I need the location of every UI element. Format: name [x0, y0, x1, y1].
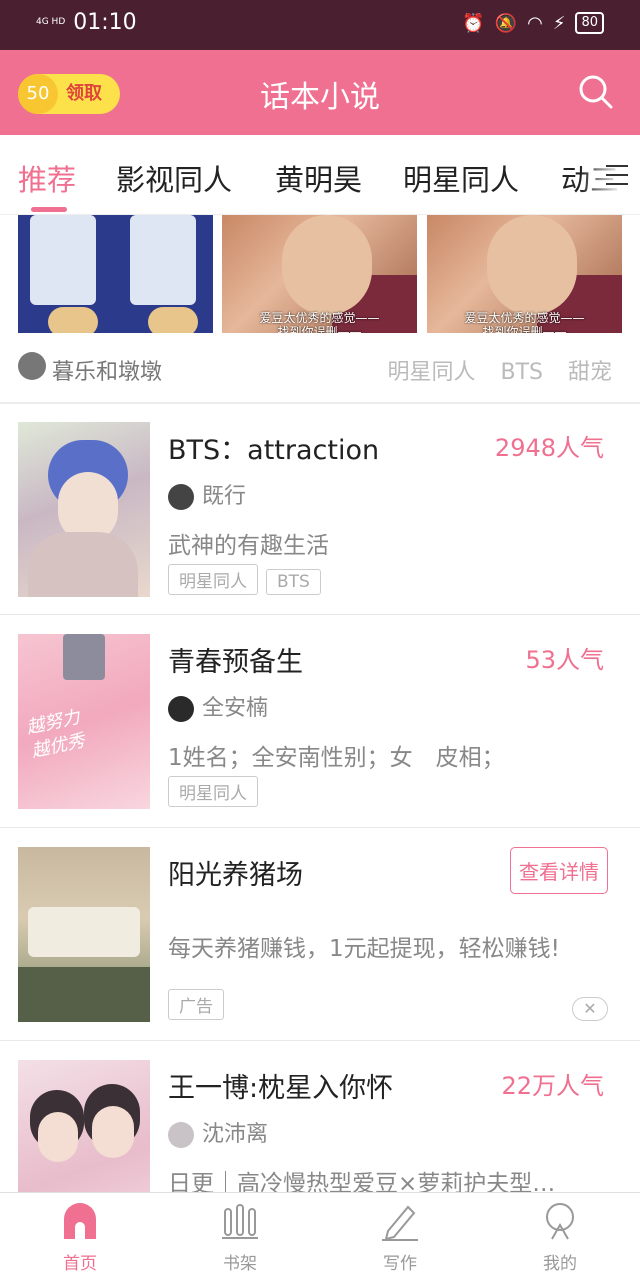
wifi-icon: ◠	[527, 12, 543, 34]
nav-profile-label: 我的	[543, 1254, 577, 1274]
ad-image	[18, 847, 150, 1022]
book-title: 青春预备生	[168, 647, 303, 678]
tag: BTS	[266, 569, 321, 595]
category-tabs: 推荐 影视同人 黄明昊 明星同人 动三	[0, 135, 640, 215]
nav-bookshelf-label: 书架	[223, 1254, 257, 1274]
avatar	[168, 696, 194, 722]
home-icon	[64, 1203, 96, 1239]
status-time: 01:10	[73, 10, 137, 35]
status-bar: 4G HD 01:10 ⏰ 🔕 ◠ ⚡ 80	[0, 0, 640, 50]
banner-caption: 爱豆太优秀的感觉—— 找到你误删——	[464, 311, 585, 333]
ad-badge: 广告	[168, 989, 224, 1020]
bookshelf-icon	[222, 1204, 258, 1239]
nav-home-label: 首页	[63, 1254, 97, 1274]
close-ad-icon[interactable]: ✕	[572, 997, 608, 1021]
banner-tags: 明星同人 BTS 甜宠	[369, 354, 612, 386]
book-description: 武神的有趣生活	[168, 533, 329, 559]
book-author: 既行	[168, 478, 246, 510]
network-indicator: 4G HD	[36, 17, 66, 27]
mute-icon: 🔕	[494, 12, 518, 34]
banner-author-row[interactable]: 暮乐和墩墩 明星同人 BTS 甜宠	[18, 352, 622, 386]
app-header: 50 领取 话本小说	[0, 50, 640, 135]
book-title: 王一博:枕星入你怀	[168, 1073, 394, 1104]
ad-card[interactable]: 阳光养猪场 查看详情 每天养猪赚钱，1元起提现，轻松赚钱! 广告 ✕	[0, 827, 640, 1039]
tab-star-fanfic[interactable]: 明星同人	[403, 157, 519, 199]
book-card[interactable]: BTS：attraction 2948人气 既行 武神的有趣生活 明星同人 BTS	[0, 402, 640, 614]
banner-image-3[interactable]: 爱豆太优秀的感觉—— 找到你误删——	[427, 215, 622, 333]
nav-profile[interactable]: 我的	[500, 1201, 620, 1274]
view-details-button[interactable]: 查看详情	[510, 847, 608, 894]
app-title: 话本小说	[260, 80, 380, 115]
banner-image-2[interactable]: 爱豆太优秀的感觉—— 找到你误删——	[222, 215, 417, 333]
tag: 明星同人	[387, 360, 476, 385]
alarm-icon: ⏰	[462, 12, 485, 34]
book-cover: 越努力 越优秀	[18, 634, 150, 809]
popularity: 22万人气	[501, 1072, 604, 1100]
popularity: 53人气	[525, 646, 604, 674]
avatar	[168, 1122, 194, 1148]
ad-title: 阳光养猪场	[168, 860, 303, 891]
search-icon[interactable]	[578, 74, 614, 110]
book-title: BTS：attraction	[168, 435, 380, 466]
nav-home[interactable]: 首页	[20, 1201, 140, 1274]
banner-image-1[interactable]	[18, 215, 213, 333]
banner-caption: 爱豆太优秀的感觉—— 找到你误删——	[259, 311, 380, 333]
battery-indicator: 80	[575, 12, 604, 34]
profile-icon	[546, 1203, 574, 1240]
book-author: 沈沛离	[168, 1116, 268, 1148]
popularity: 2948人气	[494, 434, 604, 462]
avatar	[18, 352, 46, 380]
charging-icon: ⚡	[552, 12, 566, 34]
tag: BTS	[500, 360, 543, 385]
book-description: 1姓名；全安南性别；女 皮相；	[168, 745, 505, 771]
tab-recommend[interactable]: 推荐	[18, 157, 76, 199]
tab-huang-minghao[interactable]: 黄明昊	[275, 157, 362, 199]
ad-description: 每天养猪赚钱，1元起提现，轻松赚钱!	[168, 936, 560, 962]
pen-icon	[382, 1205, 418, 1241]
nav-write[interactable]: 写作	[340, 1201, 460, 1274]
tab-film-fanfic[interactable]: 影视同人	[116, 157, 232, 199]
book-cover	[18, 422, 150, 597]
nav-bookshelf[interactable]: 书架	[180, 1201, 300, 1274]
avatar	[168, 484, 194, 510]
book-card[interactable]: 越努力 越优秀 青春预备生 53人气 全安楠 1姓名；全安南性别；女 皮相； 明…	[0, 614, 640, 826]
nav-write-label: 写作	[383, 1254, 417, 1274]
tag: 甜宠	[567, 360, 612, 385]
tabs-menu-icon[interactable]	[606, 165, 628, 192]
tag: 明星同人	[168, 564, 258, 595]
bottom-nav: 首页 书架 写作 我的	[0, 1192, 640, 1277]
author-name: 暮乐和墩墩	[52, 360, 163, 385]
active-tab-indicator	[31, 207, 67, 212]
book-author: 全安楠	[168, 690, 268, 722]
tag: 明星同人	[168, 776, 258, 807]
